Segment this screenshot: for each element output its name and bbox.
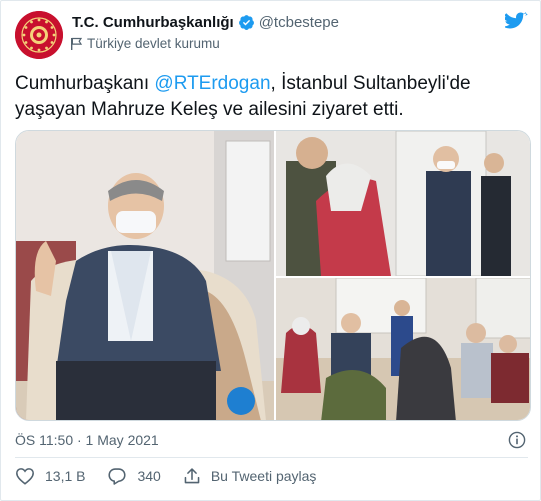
tweet-text-start: Cumhurbaşkanı	[15, 73, 155, 94]
author-handle[interactable]: @tcbestepe	[259, 14, 339, 31]
tweet-photo-3[interactable]	[276, 278, 530, 420]
tweet-timestamp[interactable]: ÖS 11:50 · 1 May 2021	[15, 432, 159, 448]
heart-icon	[16, 468, 34, 485]
author-display-name[interactable]: T.C. Cumhurbaşkanlığı	[72, 14, 234, 31]
media-grid	[15, 130, 531, 421]
like-count: 13,1 B	[45, 468, 86, 484]
twitter-bird-icon[interactable]	[502, 12, 528, 32]
comment-icon	[108, 468, 127, 485]
action-bar: 13,1 B 340 Bu Tweeti paylaş	[15, 467, 338, 485]
divider	[15, 457, 528, 458]
account-label-text: Türkiye devlet kurumu	[87, 36, 220, 51]
share-label: Bu Tweeti paylaş	[210, 468, 317, 484]
share-icon	[184, 468, 200, 484]
tweet-text: Cumhurbaşkanı @RTErdogan, İstanbul Sulta…	[15, 71, 527, 123]
government-flag-icon	[71, 37, 83, 50]
reply-button[interactable]: 340	[107, 467, 161, 485]
presidential-seal-icon[interactable]	[15, 11, 63, 59]
reply-count: 340	[137, 468, 161, 484]
mention-link[interactable]: @RTErdogan	[154, 73, 270, 94]
author-name-row: T.C. Cumhurbaşkanlığı @tcbestepe	[72, 14, 339, 31]
share-button[interactable]: Bu Tweeti paylaş	[183, 467, 317, 485]
info-icon[interactable]	[508, 431, 526, 449]
account-label[interactable]: Türkiye devlet kurumu	[70, 36, 220, 51]
tweet-photo-1[interactable]	[16, 131, 274, 420]
tweet-photo-2[interactable]	[276, 131, 530, 276]
verified-badge-icon	[238, 14, 255, 31]
like-button[interactable]: 13,1 B	[15, 467, 85, 485]
tweet-card: T.C. Cumhurbaşkanlığı @tcbestepe Türkiye…	[0, 0, 541, 501]
